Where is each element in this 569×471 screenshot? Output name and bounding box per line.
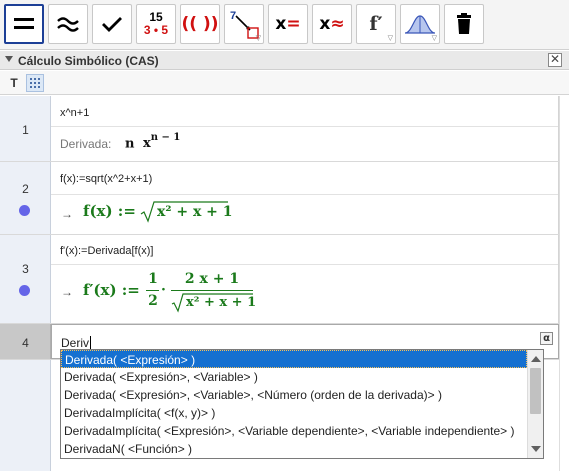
row-number-column[interactable]: 3: [0, 235, 51, 323]
cas-input-active[interactable]: Deriv: [61, 336, 92, 350]
row-content[interactable]: x^n+1 Derivada: n xn − 1: [51, 96, 559, 161]
row-number: 2: [22, 182, 29, 196]
scroll-up-icon[interactable]: [531, 356, 541, 362]
expand-indicator-icon: ▽: [387, 34, 393, 42]
cas-input[interactable]: f(x):=sqrt(x^2+x+1): [60, 173, 152, 185]
row-number-column[interactable]: 1: [0, 96, 51, 161]
fraction-numerator: 1: [148, 271, 158, 287]
solve-numerically-icon: x≈: [319, 14, 345, 34]
solve-tool-button[interactable]: x=: [268, 4, 308, 44]
cas-style-bar: T: [0, 71, 569, 95]
output-arrow-icon: →: [61, 207, 73, 221]
autocomplete-popup: Derivada( <Expresión> ) Derivada( <Expre…: [60, 349, 544, 459]
cas-row-1[interactable]: 1 x^n+1 Derivada: n xn − 1: [0, 96, 559, 162]
derivative-tool-button[interactable]: f′ ▽: [356, 4, 396, 44]
expand-tool-button[interactable]: (( )): [180, 4, 220, 44]
scroll-down-icon[interactable]: [531, 446, 541, 452]
divider: [51, 194, 558, 195]
svg-text:7: 7: [230, 10, 236, 22]
row-content[interactable]: f'(x):=Derivada[f(x)] → f′(x) := 1 2 · 2…: [51, 235, 559, 323]
fraction-bar: [146, 290, 159, 291]
radicand: x² + x + 1: [157, 204, 233, 220]
suggestion-scrollbar[interactable]: [527, 350, 543, 458]
parentheses-icon: (( )): [181, 14, 219, 34]
output-label: Derivada:: [60, 137, 112, 151]
approx-icon: [57, 17, 79, 32]
expand-indicator-icon: ▽: [431, 34, 437, 42]
cas-row-3[interactable]: 3 f'(x):=Derivada[f(x)] → f′(x) := 1 2 ·…: [0, 235, 559, 324]
checkmark-icon: [102, 17, 122, 32]
row-content[interactable]: f(x):=sqrt(x^2+x+1) → f(x) := x² + x + 1: [51, 162, 559, 234]
suggestion-item[interactable]: Derivada( <Expresión> ): [61, 350, 527, 368]
row-number: 1: [22, 123, 29, 137]
row-number-column: [0, 360, 51, 471]
grid-dots-icon: [30, 78, 40, 88]
cas-input[interactable]: f'(x):=Derivada[f(x)]: [60, 245, 153, 257]
panel-title: Cálculo Simbólico (CAS): [18, 54, 159, 68]
graphics-visibility-marker[interactable]: [19, 285, 30, 296]
cas-output: n xn − 1: [125, 132, 181, 152]
output-arrow-icon: →: [61, 285, 73, 299]
cas-panel-header: Cálculo Simbólico (CAS) ✕: [0, 51, 569, 70]
toolbar: 15 3 • 5 (( )) 7 ▽ x= x≈ f′ ▽ ▽: [0, 0, 569, 50]
row-number: 3: [22, 262, 29, 276]
delete-tool-button[interactable]: [444, 4, 484, 44]
numeric-tool-button[interactable]: [48, 4, 88, 44]
keep-input-tool-button[interactable]: [92, 4, 132, 44]
fraction-numerator: 2 x + 1: [184, 271, 240, 287]
keyboard-toggle-button[interactable]: [26, 74, 44, 92]
cas-output: f(x) :=: [83, 202, 136, 220]
symbol-keyboard-button[interactable]: α: [540, 332, 553, 345]
expand-indicator-icon: ▽: [255, 34, 261, 42]
probability-curve-icon: [404, 15, 436, 34]
text-style-button[interactable]: T: [6, 75, 22, 91]
divider: [51, 264, 558, 265]
solve-numerically-tool-button[interactable]: x≈: [312, 4, 352, 44]
equals-icon: [14, 18, 34, 29]
row-number-column[interactable]: 4: [0, 324, 51, 359]
cas-row-2[interactable]: 2 f(x):=sqrt(x^2+x+1) → f(x) := x² + x +…: [0, 162, 559, 235]
suggestion-item[interactable]: DerivadaImplícita( <f(x, y)> ): [61, 404, 527, 422]
fraction-denominator: 2: [148, 293, 158, 309]
evaluate-tool-button[interactable]: [4, 4, 44, 44]
suggestion-item[interactable]: Derivada( <Expresión>, <Variable>, <Núme…: [61, 386, 527, 404]
text-caret: [90, 336, 92, 349]
radicand: x² + x + 1: [186, 295, 257, 310]
graphics-view-edge: [559, 96, 569, 471]
row-number: 4: [22, 336, 29, 350]
derivative-icon: f′: [369, 13, 383, 35]
divider: [51, 126, 558, 127]
solve-icon: x=: [275, 14, 301, 34]
close-icon[interactable]: ✕: [548, 53, 562, 67]
trash-icon: [457, 13, 471, 34]
probability-tool-button[interactable]: ▽: [400, 4, 440, 44]
scroll-thumb[interactable]: [530, 368, 541, 414]
suggestion-item[interactable]: Derivada( <Expresión>, <Variable> ): [61, 368, 527, 386]
factor-icon: 15 3 • 5: [143, 10, 169, 37]
factor-tool-button[interactable]: 15 3 • 5: [136, 4, 176, 44]
substitute-tool-button[interactable]: 7 ▽: [224, 4, 264, 44]
cas-output-lhs: f′(x) :=: [83, 281, 140, 299]
collapse-arrow-icon[interactable]: [5, 56, 13, 62]
suggestion-item[interactable]: DerivadaImplícita( <Expresión>, <Variabl…: [61, 422, 527, 440]
suggestion-item[interactable]: DerivadaN( <Función> ): [61, 440, 527, 458]
cas-input[interactable]: x^n+1: [60, 107, 89, 119]
fraction-bar: [171, 290, 253, 291]
row-number-column[interactable]: 2: [0, 162, 51, 234]
multiply-dot: ·: [161, 282, 166, 298]
graphics-visibility-marker[interactable]: [19, 205, 30, 216]
